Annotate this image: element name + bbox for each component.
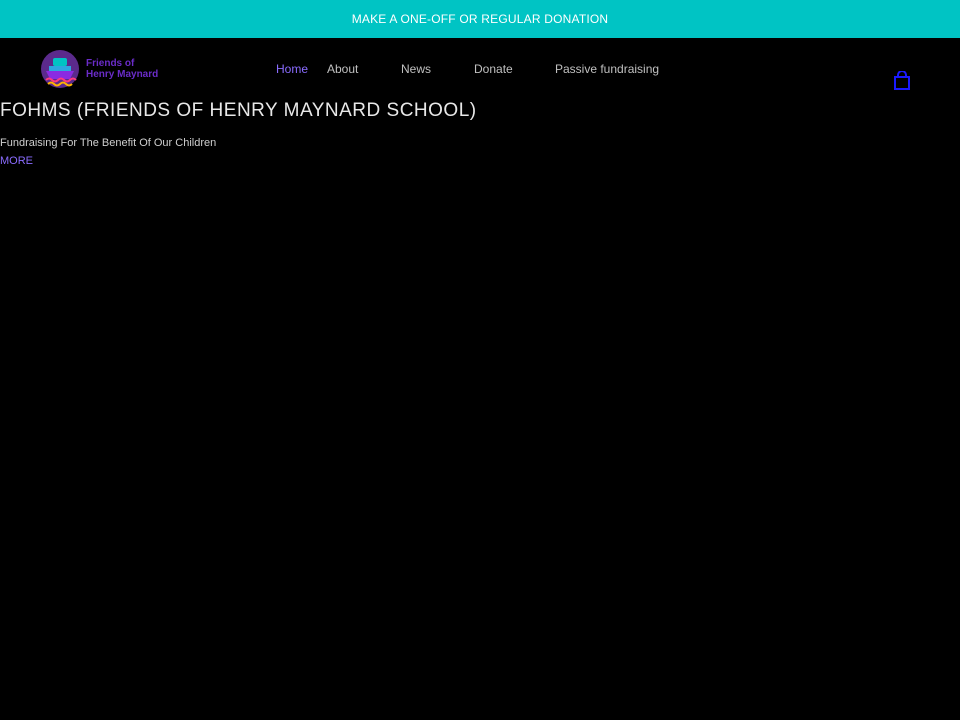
logo-text: Friends of Henry Maynard [86,58,159,80]
donation-banner[interactable]: MAKE A ONE-OFF OR REGULAR DONATION [0,0,960,38]
cart-button[interactable] [893,70,911,91]
nav-item-home[interactable]: Home [276,62,308,76]
nav-item-donate[interactable]: Donate [474,62,513,76]
nav-item-about[interactable]: About [327,62,358,76]
site-header: Friends of Henry Maynard Home About News… [0,38,960,98]
nav-item-news[interactable]: News [401,62,431,76]
page-subtitle: Fundraising For The Benefit Of Our Child… [0,137,217,149]
more-link[interactable]: MORE [0,155,33,167]
site-logo[interactable]: Friends of Henry Maynard [40,48,180,90]
nav-item-passive-fundraising[interactable]: Passive fundraising [555,62,659,76]
shopping-bag-icon [894,70,910,90]
ship-logo-icon [41,50,79,88]
page-title: FOHMS (FRIENDS OF HENRY MAYNARD SCHOOL) [0,100,477,121]
